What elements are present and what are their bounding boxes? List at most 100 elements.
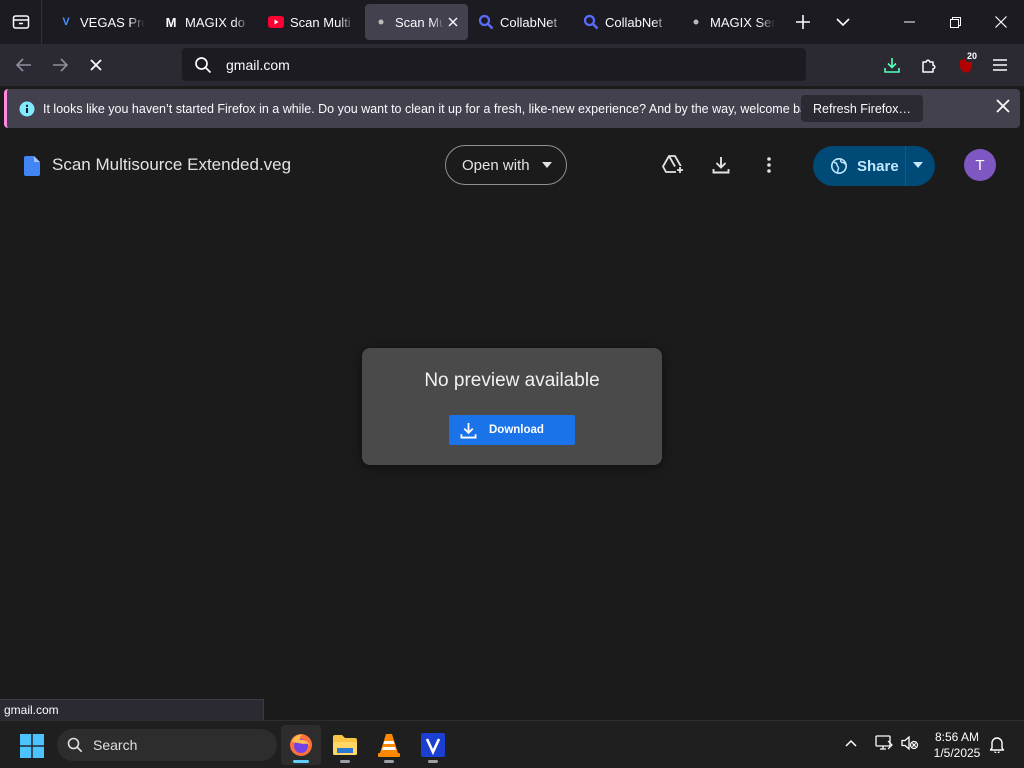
restore-window-button[interactable]: [932, 0, 978, 44]
magix-m-icon: M: [165, 14, 177, 30]
taskbar-firefox[interactable]: [281, 725, 321, 765]
close-icon: [996, 99, 1010, 113]
chevron-down-icon: [836, 18, 850, 26]
downloads-button[interactable]: [876, 49, 908, 81]
tab-vegas-pro[interactable]: V VEGAS Pro: [50, 4, 153, 40]
share-divider: [905, 146, 906, 186]
taskbar-file-explorer[interactable]: [325, 725, 365, 765]
extensions-button[interactable]: [913, 49, 945, 81]
close-icon: [90, 59, 102, 71]
dot-icon: [373, 14, 389, 30]
refresh-firefox-notification: It looks like you haven’t started Firefo…: [4, 89, 1020, 128]
download-icon: [460, 422, 477, 438]
download-label: Download: [489, 424, 544, 436]
folder-icon: [333, 735, 357, 755]
speaker-muted-icon[interactable]: [901, 735, 919, 751]
navigation-toolbar: gmail.com 20: [0, 44, 1024, 86]
running-indicator: [428, 760, 438, 763]
ublock-extension-button[interactable]: 20: [950, 49, 982, 81]
tab-scan-multisource-active[interactable]: Scan Mu: [365, 4, 468, 40]
share-label: Share: [857, 157, 899, 175]
search-icon: [67, 737, 83, 753]
file-name-title: Scan Multisource Extended.veg: [52, 155, 292, 174]
puzzle-piece-icon: [921, 58, 936, 73]
url-bar[interactable]: gmail.com: [182, 48, 806, 81]
close-icon: [995, 16, 1007, 28]
minimize-icon: [903, 21, 915, 23]
tab-strip: V VEGAS Pro M MAGIX do Scan Multi Scan M…: [0, 0, 1024, 44]
taskbar-search-box[interactable]: Search: [57, 729, 277, 761]
search-icon: [195, 56, 212, 73]
file-viewer-header: Scan Multisource Extended.veg Open with …: [0, 134, 1024, 196]
system-clock[interactable]: 8:56 AM 1/5/2025: [926, 729, 988, 761]
clock-time: 8:56 AM: [934, 730, 980, 744]
dot-icon: [688, 14, 704, 30]
tab-magix-service[interactable]: MAGIX Ser: [680, 4, 783, 40]
add-shortcut-to-drive-button[interactable]: [660, 152, 686, 178]
youtube-icon: [268, 14, 284, 30]
chevron-up-icon[interactable]: [845, 739, 857, 747]
search-magnifier-icon: [583, 14, 599, 30]
caret-down-icon[interactable]: [913, 162, 923, 168]
taskbar-search-label: Search: [93, 737, 138, 753]
notification-message: It looks like you haven’t started Firefo…: [43, 101, 824, 116]
drive-add-icon: [662, 155, 684, 174]
search-magnifier-icon: [478, 14, 494, 30]
notification-bell-icon[interactable]: [989, 735, 1005, 753]
arrow-left-icon: [16, 58, 31, 72]
tab-collabnet-2[interactable]: CollabNet: [575, 4, 678, 40]
windows-taskbar: Search 8:56 AM 1/5/2025: [0, 720, 1024, 768]
running-indicator: [340, 760, 350, 763]
globe-icon: [831, 158, 847, 174]
download-icon: [712, 157, 730, 174]
plus-icon: [796, 15, 810, 29]
url-text[interactable]: gmail.com: [226, 57, 290, 73]
share-button[interactable]: Share: [813, 146, 935, 186]
network-display-icon[interactable]: [875, 735, 893, 751]
new-tab-button[interactable]: [783, 4, 823, 40]
close-window-button[interactable]: [978, 0, 1024, 44]
download-arrow-icon: [884, 58, 900, 73]
download-file-button[interactable]: [708, 152, 734, 178]
minimize-window-button[interactable]: [886, 0, 932, 44]
vlc-cone-icon: [378, 734, 400, 757]
download-button[interactable]: Download: [449, 415, 575, 445]
tab-scan-multi-youtube[interactable]: Scan Multi: [260, 4, 363, 40]
taskbar-vegas[interactable]: [413, 725, 453, 765]
refresh-firefox-button[interactable]: Refresh Firefox…: [801, 95, 923, 122]
app-menu-button[interactable]: [984, 49, 1016, 81]
account-avatar[interactable]: T: [964, 149, 996, 181]
list-all-tabs-button[interactable]: [0, 0, 42, 44]
info-icon: [19, 101, 35, 116]
arrow-right-icon: [53, 58, 68, 72]
vegas-app-icon: [421, 733, 445, 757]
status-link-preview: gmail.com: [0, 699, 264, 720]
no-preview-card: No preview available Download: [362, 348, 662, 465]
more-actions-button[interactable]: [756, 152, 782, 178]
clock-date: 1/5/2025: [933, 746, 981, 760]
close-tab-icon[interactable]: [446, 15, 460, 29]
close-notification-button[interactable]: [996, 99, 1010, 113]
more-vertical-icon: [767, 157, 771, 173]
list-tabs-button[interactable]: [823, 4, 863, 40]
open-with-label: Open with: [462, 156, 530, 174]
open-with-button[interactable]: Open with: [445, 145, 567, 185]
hamburger-menu-icon: [993, 59, 1007, 71]
tab-manager-icon: [12, 15, 29, 29]
file-document-icon: [24, 156, 40, 176]
back-button[interactable]: [6, 49, 42, 81]
tab-magix-download[interactable]: M MAGIX do: [155, 4, 258, 40]
restore-icon: [949, 16, 961, 28]
windows-start-icon[interactable]: [20, 734, 44, 758]
forward-button[interactable]: [42, 49, 78, 81]
vegas-v-icon: V: [62, 16, 70, 28]
firefox-icon: [290, 734, 312, 756]
tab-collabnet-1[interactable]: CollabNet: [470, 4, 573, 40]
running-indicator: [384, 760, 394, 763]
taskbar-vlc[interactable]: [369, 725, 409, 765]
extension-badge: 20: [965, 51, 980, 62]
stop-loading-button[interactable]: [78, 49, 114, 81]
caret-down-icon: [542, 162, 552, 168]
no-preview-message: No preview available: [424, 370, 600, 391]
running-indicator: [293, 760, 309, 763]
